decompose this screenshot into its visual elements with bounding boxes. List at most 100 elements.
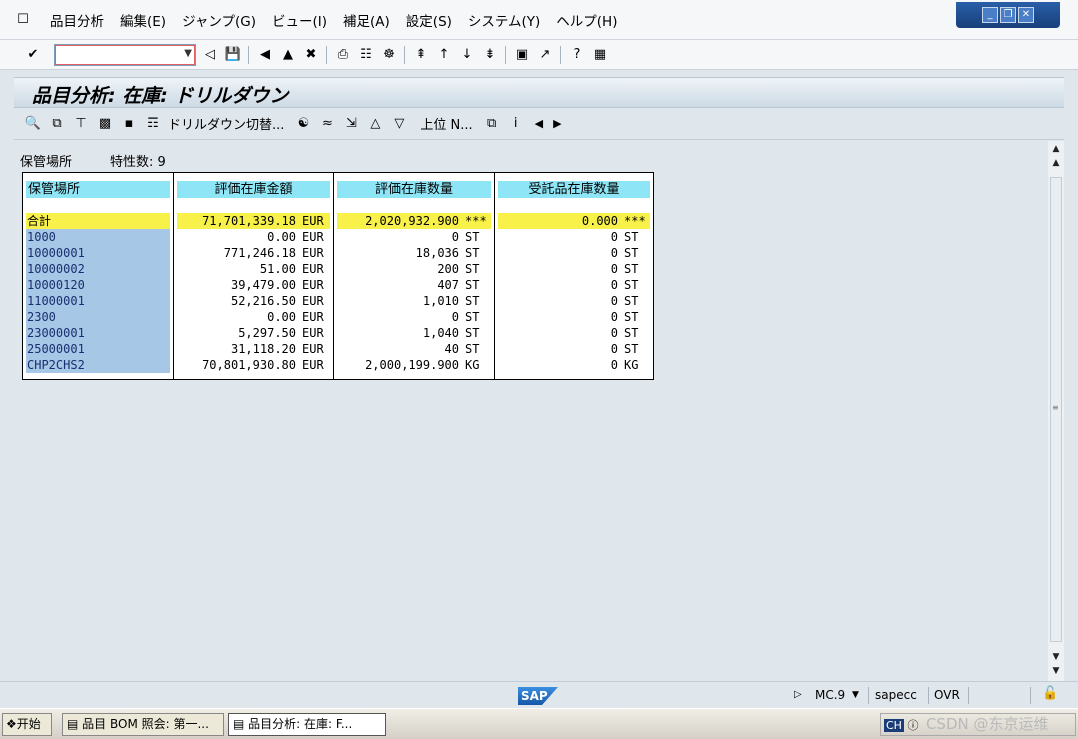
cancel-icon[interactable]: ✖ [302, 46, 320, 64]
exit-icon[interactable]: ▲ [279, 46, 297, 64]
standard-toolbar: ✔ ▼ ◁ 💾 ◀ ▲ ✖ ⎙ ☷ ☸ ⇞ ↑ ↓ ⇟ ▣ ↗ ? ▦ [0, 40, 1078, 70]
cell-unit: ST [624, 310, 639, 324]
table-row: 0.00 EUR [177, 309, 330, 325]
find-next-icon[interactable]: ☸ [380, 46, 398, 64]
table-row-key[interactable]: 10000001 [26, 245, 170, 261]
previous-arrow-icon[interactable]: ◀ [535, 117, 543, 130]
zoom-details-icon[interactable]: 🔍 [24, 115, 42, 133]
cell-unit: ST [624, 326, 639, 340]
menu-item-extras[interactable]: 補足(A) [343, 10, 390, 30]
copy-icon[interactable]: ⧉ [48, 115, 66, 133]
collapse-arrow-icon[interactable]: ◁ [201, 46, 219, 64]
copy-list-icon[interactable]: ⧉ [483, 115, 501, 133]
scroll-bottom-icon[interactable]: ▼ [1048, 665, 1064, 677]
hierarchy-tree-icon[interactable]: ☯ [294, 115, 312, 133]
cell-value: 71,701,339.18 [202, 214, 296, 228]
table-row-key[interactable]: 10000120 [26, 277, 170, 293]
chevron-down-icon[interactable]: ▼ [184, 48, 192, 59]
cell-value: 0 [610, 246, 618, 260]
new-session-icon[interactable]: ▣ [513, 46, 531, 64]
table-row-key[interactable]: 10000002 [26, 261, 170, 277]
find-icon[interactable]: ☷ [357, 46, 375, 64]
column-header[interactable]: 評価在庫数量 [337, 181, 491, 198]
minimize-icon[interactable]: _ [982, 7, 998, 23]
insert-mode[interactable]: OVR [934, 688, 960, 702]
shortcut-icon[interactable]: ↗ [536, 46, 554, 64]
toolbar-separator [505, 45, 506, 64]
chevron-down-icon[interactable]: ▼ [852, 690, 859, 700]
save-icon[interactable]: 💾 [224, 46, 242, 64]
scroll-up-icon[interactable]: ▲ [1048, 157, 1064, 169]
menu-item-material-analysis[interactable]: 品目分析 [50, 10, 104, 30]
cell-value: 51.00 [259, 262, 296, 276]
filter-icon[interactable]: ⊤ [72, 115, 90, 133]
top-n-button[interactable]: 上位 N... [420, 114, 472, 133]
next-arrow-icon[interactable]: ▶ [553, 117, 561, 130]
column-header[interactable]: 受託品在庫数量 [498, 181, 650, 198]
table-row: 0 ST [498, 293, 650, 309]
lock-icon[interactable]: 🔓 [1042, 686, 1058, 701]
scroll-down-icon[interactable]: ▼ [1048, 651, 1064, 663]
table-row: 407 ST [337, 277, 491, 293]
taskbar-item-bom[interactable]: ▤ 品目 BOM 照会: 第一... [62, 713, 224, 736]
scroll-grip-icon: ≡ [1052, 403, 1059, 412]
hierarchy-icon[interactable]: ☶ [144, 115, 162, 133]
sort-ascending-icon[interactable]: △ [366, 115, 384, 133]
info-icon[interactable]: i [507, 115, 525, 133]
taskbar-item-material-analysis[interactable]: ▤ 品目分析: 在庫: F... [228, 713, 386, 736]
start-button[interactable]: ❖开始 [2, 713, 52, 736]
menu-item-goto[interactable]: ジャンプ(G) [182, 10, 256, 30]
graphic-icon[interactable]: ≈ [318, 115, 336, 133]
column-header[interactable]: 評価在庫金額 [177, 181, 330, 198]
menu-item-system[interactable]: システム(Y) [468, 10, 540, 30]
cell-value: 2,000,199.900 [365, 358, 459, 372]
table-row-key[interactable]: 11000001 [26, 293, 170, 309]
bar-chart-icon[interactable]: ▩ [96, 115, 114, 133]
table-row-key[interactable]: 1000 [26, 229, 170, 245]
table-row-key[interactable]: 23000001 [26, 325, 170, 341]
help-icon[interactable]: ? [568, 46, 586, 64]
back-icon[interactable]: ◀ [256, 46, 274, 64]
layout-menu-icon[interactable]: ▦ [591, 46, 609, 64]
taskbar-item-label: 品目分析: 在庫: F... [248, 717, 353, 731]
export-icon[interactable]: ⇲ [342, 115, 360, 133]
cell-unit: ST [624, 246, 639, 260]
help-tray-icon[interactable]: ⓘ [907, 719, 922, 732]
menu-item-help[interactable]: ヘルプ(H) [556, 10, 617, 30]
print-icon[interactable]: ⎙ [334, 46, 352, 64]
cell-value: 70,801,930.80 [202, 358, 296, 372]
table-row: 0 ST [498, 277, 650, 293]
abc-analysis-icon[interactable]: ▪ [120, 115, 138, 133]
next-page-icon[interactable]: ↓ [458, 46, 476, 64]
restore-icon[interactable]: ❐ [1000, 7, 1016, 23]
table-row-key[interactable]: 2300 [26, 309, 170, 325]
menu-item-view[interactable]: ビュー(I) [272, 10, 327, 30]
system-menu-icon[interactable]: ☐ [12, 11, 34, 29]
drilldown-switch-button[interactable]: ドリルダウン切替... [168, 114, 284, 133]
column-header[interactable]: 保管場所 [26, 181, 170, 198]
enter-icon[interactable]: ✔ [24, 46, 42, 64]
table-row-key[interactable]: CHP2CHS2 [26, 357, 170, 373]
scroll-top-icon[interactable]: ▲ [1048, 143, 1064, 155]
previous-page-icon[interactable]: ↑ [435, 46, 453, 64]
sort-descending-icon[interactable]: ▽ [390, 115, 408, 133]
stock-quantity-list: 2,020,932.900 *** 0 ST 18,036 ST 200 ST 407 S… [334, 213, 494, 373]
cell-unit: ST [624, 294, 639, 308]
menu-item-edit[interactable]: 編集(E) [120, 10, 166, 30]
status-toggle-icon[interactable]: ▷ [794, 689, 802, 700]
total-row-label[interactable]: 合計 [26, 213, 170, 229]
vertical-scrollbar[interactable]: ▲ ▲ ≡ ▼ ▼ [1048, 141, 1064, 681]
characteristic-label: 保管場所 [20, 155, 73, 170]
table-row-key[interactable]: 25000001 [26, 341, 170, 357]
command-input[interactable] [58, 45, 178, 64]
command-field[interactable]: ▼ [54, 43, 196, 66]
cell-value: 31,118.20 [230, 342, 296, 356]
close-icon[interactable]: ✕ [1018, 7, 1034, 23]
last-page-icon[interactable]: ⇟ [481, 46, 499, 64]
status-divider [868, 687, 869, 704]
first-page-icon[interactable]: ⇞ [412, 46, 430, 64]
menu-item-settings[interactable]: 設定(S) [406, 10, 452, 30]
cell-unit: ST [465, 294, 480, 308]
status-divider [1030, 687, 1031, 704]
ime-indicator[interactable]: CH [884, 719, 904, 732]
